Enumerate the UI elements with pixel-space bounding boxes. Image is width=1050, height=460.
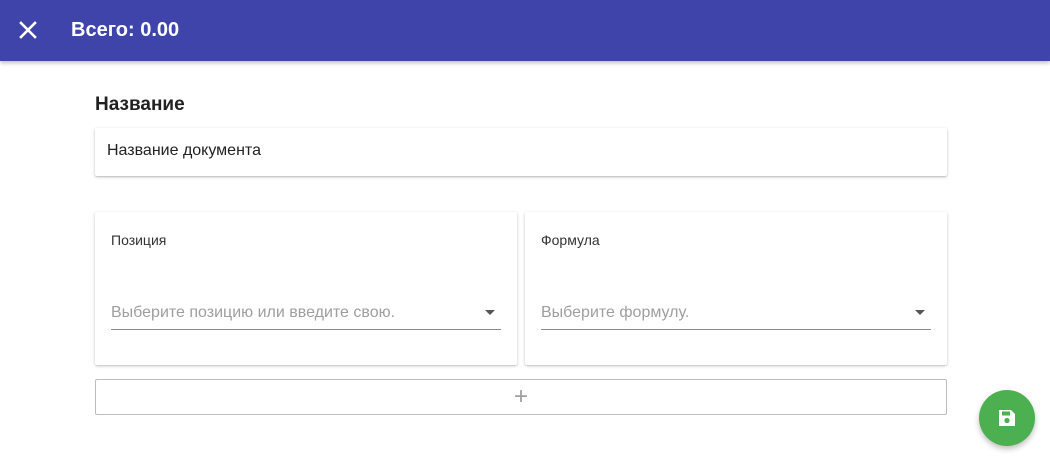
- close-button[interactable]: [14, 16, 42, 44]
- close-icon: [19, 21, 37, 39]
- formula-select[interactable]: Выберите формулу.: [541, 300, 931, 330]
- plus-icon: +: [513, 383, 528, 410]
- position-label: Позиция: [111, 232, 167, 248]
- formula-card: Формула Выберите формулу.: [525, 212, 947, 365]
- add-row-button[interactable]: +: [95, 379, 947, 415]
- save-button[interactable]: [979, 390, 1035, 446]
- app-bar: Всего: 0.00: [0, 0, 1050, 61]
- dropdown-arrow-icon: [485, 310, 495, 315]
- position-select[interactable]: Выберите позицию или введите свою.: [111, 300, 501, 330]
- name-section-label: Название: [95, 94, 185, 115]
- name-card: [95, 128, 947, 176]
- formula-label: Формула: [541, 232, 600, 248]
- formula-select-placeholder: Выберите формулу.: [541, 304, 690, 321]
- total-title: Всего: 0.00: [71, 19, 180, 41]
- save-icon: [999, 410, 1015, 426]
- dropdown-arrow-icon: [915, 310, 925, 315]
- position-card: Позиция Выберите позицию или введите сво…: [95, 212, 517, 365]
- document-name-input[interactable]: [107, 142, 927, 160]
- position-select-placeholder: Выберите позицию или введите свою.: [111, 304, 396, 321]
